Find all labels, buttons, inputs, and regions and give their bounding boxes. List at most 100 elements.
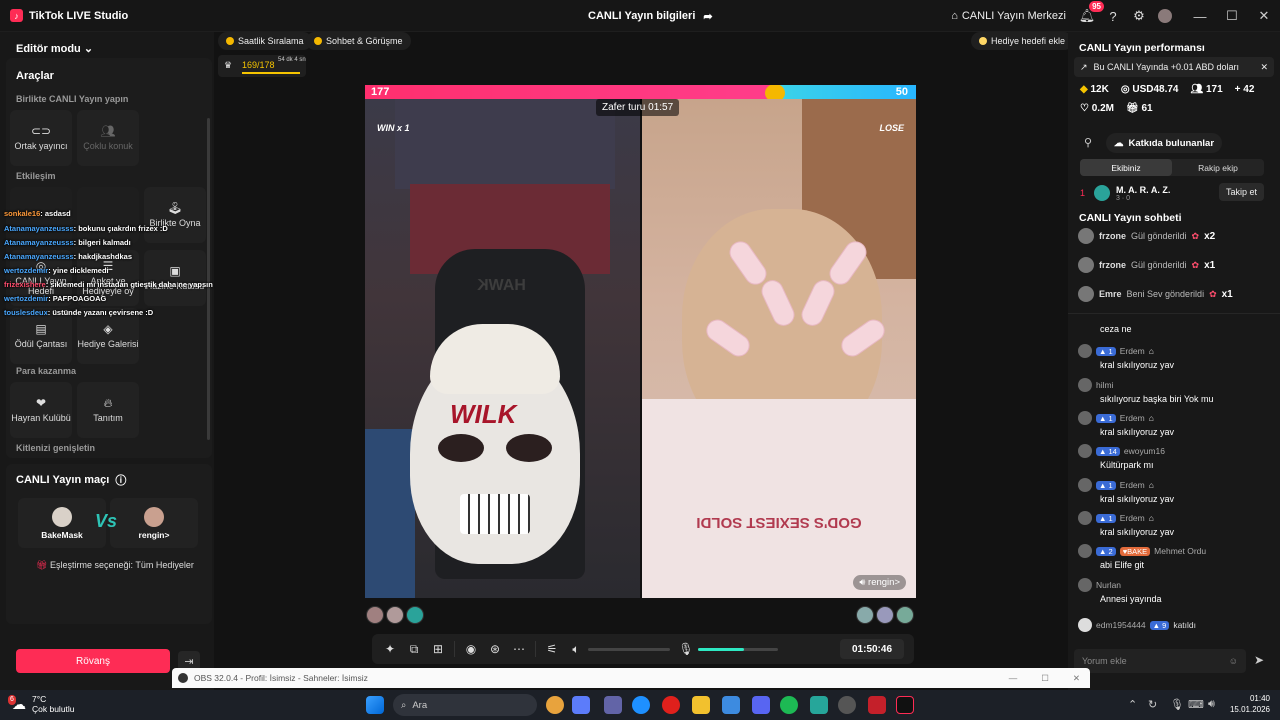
obs-minimize-button[interactable]: —: [1009, 673, 1018, 684]
play-together-tile[interactable]: 🕹︎ Birlikte Oyna: [144, 187, 206, 243]
live-center-button[interactable]: ⌂ CANLI Yayın Merkezi: [951, 10, 1066, 22]
supporter-avatar[interactable]: [366, 606, 384, 624]
level-badge: ▲ 1: [1096, 346, 1116, 356]
follow-button[interactable]: Takip et: [1218, 183, 1264, 201]
chat-message: ▲ 2 ♥BAKE Mehmet Ordu abi Elife git: [1078, 544, 1274, 570]
overlay-chat-text: : yine dicklemedi: [48, 266, 109, 275]
poll-tile-top[interactable]: [77, 187, 139, 243]
record-icon[interactable]: ◉: [459, 642, 483, 656]
bell-icon[interactable]: 🔔︎ 95: [1079, 1, 1104, 23]
send-icon[interactable]: ➤: [1254, 653, 1264, 667]
player2-card[interactable]: rengin>: [110, 498, 198, 548]
supporter-avatar[interactable]: [386, 606, 404, 624]
layout-icon[interactable]: ⧉: [402, 642, 426, 657]
microphone-icon[interactable]: 🎙︎: [674, 642, 698, 656]
chat-text: kral sıkılıyoruz yav: [1100, 360, 1175, 370]
editor-mode-dropdown[interactable]: Editör modu ⌄: [16, 42, 93, 55]
emoji-icon[interactable]: ☺: [1229, 656, 1238, 666]
obs-close-button[interactable]: ✕: [1073, 673, 1080, 684]
supporter-avatar[interactable]: [876, 606, 894, 624]
supporter-avatar[interactable]: [896, 606, 914, 624]
overlay-chat-user: touslesdeux: [4, 308, 48, 317]
media-icon[interactable]: [868, 696, 886, 714]
mic-fill: [698, 647, 745, 651]
chrome-icon[interactable]: [546, 696, 564, 714]
file-explorer-icon[interactable]: [692, 696, 710, 714]
fan-club-tile[interactable]: ❤ Hayran Kulübü: [10, 382, 72, 438]
curtain: [395, 99, 615, 189]
tab-rival-team[interactable]: Rakip ekip: [1172, 159, 1264, 176]
contributor-row[interactable]: 1 M. A. R. A. Z. 3 · 0 Takip et: [1080, 180, 1270, 206]
add-gift-goal-pill[interactable]: Hediye hedefi ekle: [971, 32, 1074, 50]
left-scrollbar[interactable]: [207, 118, 210, 440]
info-icon[interactable]: ⓘ: [115, 472, 126, 488]
chest-icon: ▣: [169, 263, 181, 278]
supporter-avatar[interactable]: [406, 606, 424, 624]
overlay-chat-line: frizexishere: siklemedi mi instadan gtie…: [4, 280, 213, 289]
mic-slider[interactable]: [698, 647, 778, 651]
browser-icon[interactable]: [780, 696, 798, 714]
user-settings-icon[interactable]: ⚲: [1084, 136, 1092, 149]
obs-taskbar-icon[interactable]: [838, 696, 856, 714]
more-icon[interactable]: ⋯: [507, 642, 531, 656]
win-label: WIN x 1: [377, 123, 410, 133]
avatar[interactable]: [1158, 9, 1172, 23]
tab-your-team[interactable]: Ekibiniz: [1080, 159, 1172, 176]
weather-widget[interactable]: ☁ 6 7°C Çok bulutlu: [8, 694, 75, 714]
magic-wand-icon[interactable]: ✦: [378, 642, 402, 656]
chat-avatar: [1078, 378, 1092, 392]
app-icon[interactable]: [810, 696, 828, 714]
minimize-button[interactable]: —: [1184, 9, 1216, 24]
mic-tray-icon[interactable]: 🎙︎: [1170, 698, 1184, 711]
network-icon[interactable]: ⌨: [1188, 698, 1204, 711]
close-button[interactable]: ✕: [1248, 8, 1280, 24]
tiktok-studio-taskbar-icon[interactable]: [896, 696, 914, 714]
windows-start-icon[interactable]: [366, 696, 384, 714]
comment-input[interactable]: Yorum ekle ☺: [1074, 649, 1246, 673]
edge-icon[interactable]: [632, 696, 650, 714]
teams-icon[interactable]: [604, 696, 622, 714]
volume-icon[interactable]: 🔊︎: [1208, 698, 1215, 711]
live-info-button[interactable]: CANLI Yayın bilgileri ➦: [588, 0, 713, 32]
supporter-avatar[interactable]: [856, 606, 874, 624]
help-icon[interactable]: ?: [1106, 9, 1120, 24]
discord-icon[interactable]: [752, 696, 770, 714]
battle-stream[interactable]: 177 50 HAWK WILK WIN x 1 GOD'S SEXIEST S…: [365, 85, 916, 598]
player1-card[interactable]: BakeMask: [18, 498, 106, 548]
volume-slider[interactable]: [588, 647, 670, 651]
multi-guest-tile[interactable]: 👥︎ Çoklu konuk: [77, 110, 139, 166]
home-icon: ⌂: [951, 10, 958, 22]
close-icon[interactable]: ✕: [1260, 62, 1268, 73]
settings-sliders-icon[interactable]: ⚟: [540, 642, 564, 656]
contributors-button[interactable]: ☁ Katkıda bulunanlar: [1106, 133, 1223, 153]
chevron-up-icon[interactable]: ⌃: [1128, 698, 1137, 711]
obs-maximize-button[interactable]: ☐: [1041, 673, 1049, 684]
promote-tile[interactable]: 🔥︎ Tanıtım: [77, 382, 139, 438]
share-icon: ➦: [703, 10, 713, 23]
sync-icon[interactable]: ↻: [1148, 698, 1157, 711]
split-divider: [640, 99, 642, 598]
camera-switch-icon[interactable]: ⊛: [483, 642, 507, 656]
cohost-tile[interactable]: ⊂⊃ Ortak yayıncı: [10, 110, 72, 166]
obs-window-bar[interactable]: OBS 32.0.4 - Profil: İsimsiz - Sahneler:…: [172, 668, 1090, 688]
overlay-chat-text: : asdasd: [40, 209, 71, 218]
clock-time: 01:40: [1249, 694, 1270, 703]
opera-icon[interactable]: [662, 696, 680, 714]
score-widget[interactable]: ♛ 169/178 54 dk 4 sn: [218, 55, 306, 77]
mail-icon[interactable]: [722, 696, 740, 714]
add-source-icon[interactable]: ⊞: [426, 642, 450, 656]
rematch-button[interactable]: Rövanş: [16, 649, 170, 673]
treasure-tile[interactable]: ▣ Hazine Kutusu: [144, 250, 206, 306]
speaker-icon[interactable]: 🔈︎: [564, 642, 588, 657]
opponent-supporters: [856, 606, 914, 624]
maximize-button[interactable]: ☐: [1216, 8, 1248, 24]
taskbar-search[interactable]: ⌕ Ara: [393, 694, 537, 716]
chat-call-pill[interactable]: Sohbet & Görüşme: [306, 32, 411, 50]
gear-icon[interactable]: ⚙: [1132, 8, 1146, 23]
hourly-ranking-pill[interactable]: Saatlik Sıralama: [218, 32, 312, 50]
chat-message: ▲ 1 Erdem ⌂ kral sıkılıyoruz yav: [1078, 411, 1274, 437]
viewers-icon: 👥︎: [1190, 84, 1204, 95]
opponent-name-tag[interactable]: 🔊︎ rengin>: [853, 575, 906, 590]
store-icon[interactable]: [572, 696, 590, 714]
clock[interactable]: 01:40 15.01.2026: [1230, 693, 1270, 715]
